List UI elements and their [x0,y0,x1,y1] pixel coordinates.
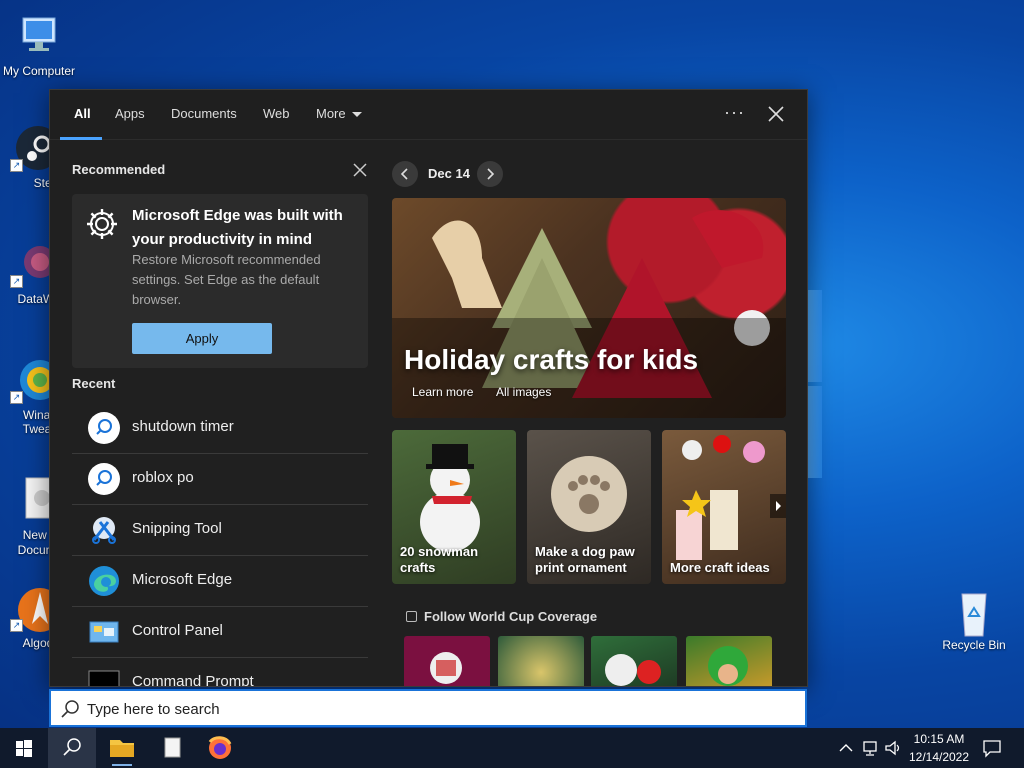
world-cup-thumbnail[interactable] [404,636,490,686]
taskbar-search-button[interactable] [48,728,96,768]
folder-icon [110,740,134,766]
recent-item[interactable]: roblox po [72,454,368,505]
world-cup-thumbnail[interactable] [591,636,677,686]
chevron-up-icon [839,744,853,752]
snipping-tool-icon [88,514,120,546]
hero-title: Holiday crafts for kids [404,344,699,375]
world-cup-icon [406,611,417,622]
tab-more-label: More [316,106,346,121]
taskbar-search-box[interactable] [49,689,807,727]
tile-caption: 20 snowman crafts [400,544,479,575]
recent-item-label: shutdown timer [132,418,234,435]
recent-item[interactable]: Control Panel [72,607,368,658]
search-icon [88,463,120,495]
desktop-icon-label: Recycle Bin [942,638,1006,652]
next-day-button[interactable] [477,161,503,187]
all-images-link[interactable]: All images [496,385,551,399]
desktop-icon-my-computer[interactable]: My Computer [1,12,77,78]
recent-item[interactable]: shutdown timer [72,403,368,454]
edge-icon [88,565,120,597]
next-tiles-icon[interactable] [770,494,786,518]
windows-logo-background [808,290,822,382]
clock-date[interactable]: 12/14/2022 [904,750,974,764]
control-panel-icon [88,616,120,648]
desktop-icon-label: My Computer [2,64,76,78]
document-icon [164,737,181,758]
recent-item-label: roblox po [132,469,194,486]
search-icon [61,699,81,719]
gear-icon [84,206,120,242]
file-explorer-button[interactable] [98,728,146,768]
windows-logo-background [808,386,822,478]
world-cup-thumbnail[interactable] [686,636,772,686]
recent-item-label: Control Panel [132,622,223,639]
active-tab-indicator [60,137,102,140]
apply-button[interactable]: Apply [132,323,272,354]
recommended-card: Microsoft Edge was built with your produ… [72,194,368,368]
recent-heading: Recent [72,376,116,391]
firefox-icon [208,736,232,759]
world-cup-heading[interactable]: Follow World Cup Coverage [424,609,597,624]
tile-caption: Make a dog paw print ornament [535,544,635,575]
search-icon [88,412,120,444]
tab-web[interactable]: Web [263,106,290,121]
dismiss-recommended-icon[interactable] [352,162,368,178]
recent-item[interactable]: Microsoft Edge [72,556,368,607]
recycle-bin-icon [950,584,998,637]
tab-more[interactable]: More [316,106,362,121]
highlight-date: Dec 14 [428,166,470,181]
notifications-icon[interactable] [982,738,1002,758]
hero-highlight-card[interactable]: Holiday crafts for kids Learn more All i… [392,198,786,418]
recent-item-label: Command Prompt [132,673,254,687]
recent-item[interactable]: Snipping Tool [72,505,368,556]
search-tabs: All Apps Documents Web More ··· [50,90,807,140]
recommended-card-description: Restore Microsoft recommended settings. … [132,252,321,307]
tab-documents[interactable]: Documents [171,106,237,121]
firefox-button[interactable] [196,728,244,768]
learn-more-link[interactable]: Learn more [412,385,473,399]
more-options-button[interactable]: ··· [724,102,745,123]
highlight-tile[interactable]: More craft ideas [662,430,786,584]
clock-time[interactable]: 10:15 AM [904,732,974,746]
command-prompt-icon [88,667,120,686]
computer-icon [15,12,63,60]
previous-day-button[interactable] [392,161,418,187]
highlight-tile[interactable]: Make a dog paw print ornament [527,430,651,584]
search-panel: All Apps Documents Web More ··· Recommen… [49,89,808,687]
show-hidden-icons-button[interactable] [838,740,854,756]
start-button[interactable] [0,728,48,768]
highlight-tile[interactable]: 20 snowman crafts [392,430,516,584]
desktop-icon-recycle-bin[interactable]: Recycle Bin [936,584,1012,652]
search-icon [63,738,81,756]
tab-apps[interactable]: Apps [115,106,145,121]
network-icon[interactable] [862,739,880,757]
tab-all[interactable]: All [74,106,91,121]
taskbar: 10:15 AM 12/14/2022 [0,728,1024,768]
tile-caption: More craft ideas [670,560,770,575]
recommended-card-title: Microsoft Edge was built with your produ… [132,207,343,248]
world-cup-thumbnail[interactable] [498,636,584,686]
close-icon[interactable] [766,104,786,124]
volume-icon[interactable] [884,739,902,757]
recent-item-label: Snipping Tool [132,520,222,537]
recent-item[interactable]: Command Prompt [72,658,368,687]
shortcut-arrow-icon: ↗ [10,159,23,172]
windows-start-icon [16,740,32,757]
shortcut-arrow-icon: ↗ [10,391,23,404]
chevron-down-icon [351,112,362,118]
recommended-heading: Recommended [72,162,166,177]
shortcut-arrow-icon: ↗ [10,275,23,288]
notepad-button[interactable] [148,728,196,768]
search-input[interactable] [87,699,767,719]
shortcut-arrow-icon: ↗ [10,619,23,632]
recent-item-label: Microsoft Edge [132,571,233,588]
